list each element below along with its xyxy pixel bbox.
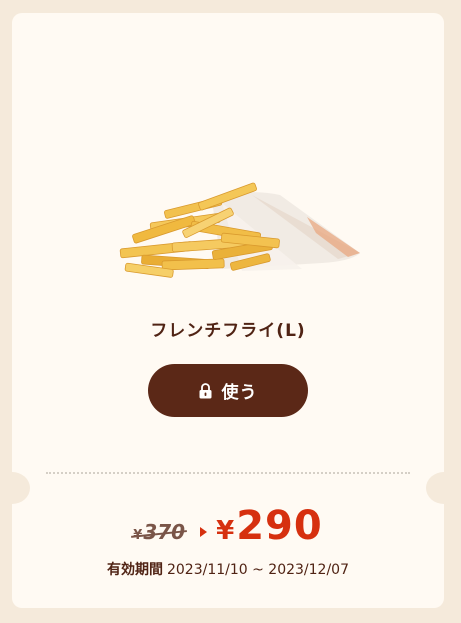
validity-label: 有効期間	[106, 562, 163, 578]
validity-period: 有効期間 2023/11/10 ~ 2023/12/07	[12, 559, 444, 579]
arrow-right-icon	[199, 526, 208, 538]
french-fries-image	[119, 182, 360, 278]
discount-price-currency: ¥	[216, 516, 235, 546]
discount-price: ¥ 290	[216, 503, 323, 549]
use-coupon-button[interactable]: 使う	[148, 364, 308, 417]
ticket-notch-left	[0, 472, 30, 504]
dotted-divider	[46, 472, 410, 474]
product-name: フレンチフライ(L)	[150, 321, 306, 341]
discount-price-amount: 290	[236, 503, 323, 549]
ticket-notch-right	[426, 472, 461, 504]
price-row: ¥ 370 ¥ 290	[12, 503, 444, 549]
coupon-card: フレンチフライ(L) 使う ¥ 370 ¥ 290 有効期間2023/	[0, 13, 461, 608]
use-button-label: 使う	[221, 383, 258, 403]
lock-icon	[199, 382, 212, 399]
validity-range: 2023/11/10 ~ 2023/12/07	[166, 562, 349, 578]
original-price: ¥ 370	[131, 520, 188, 544]
